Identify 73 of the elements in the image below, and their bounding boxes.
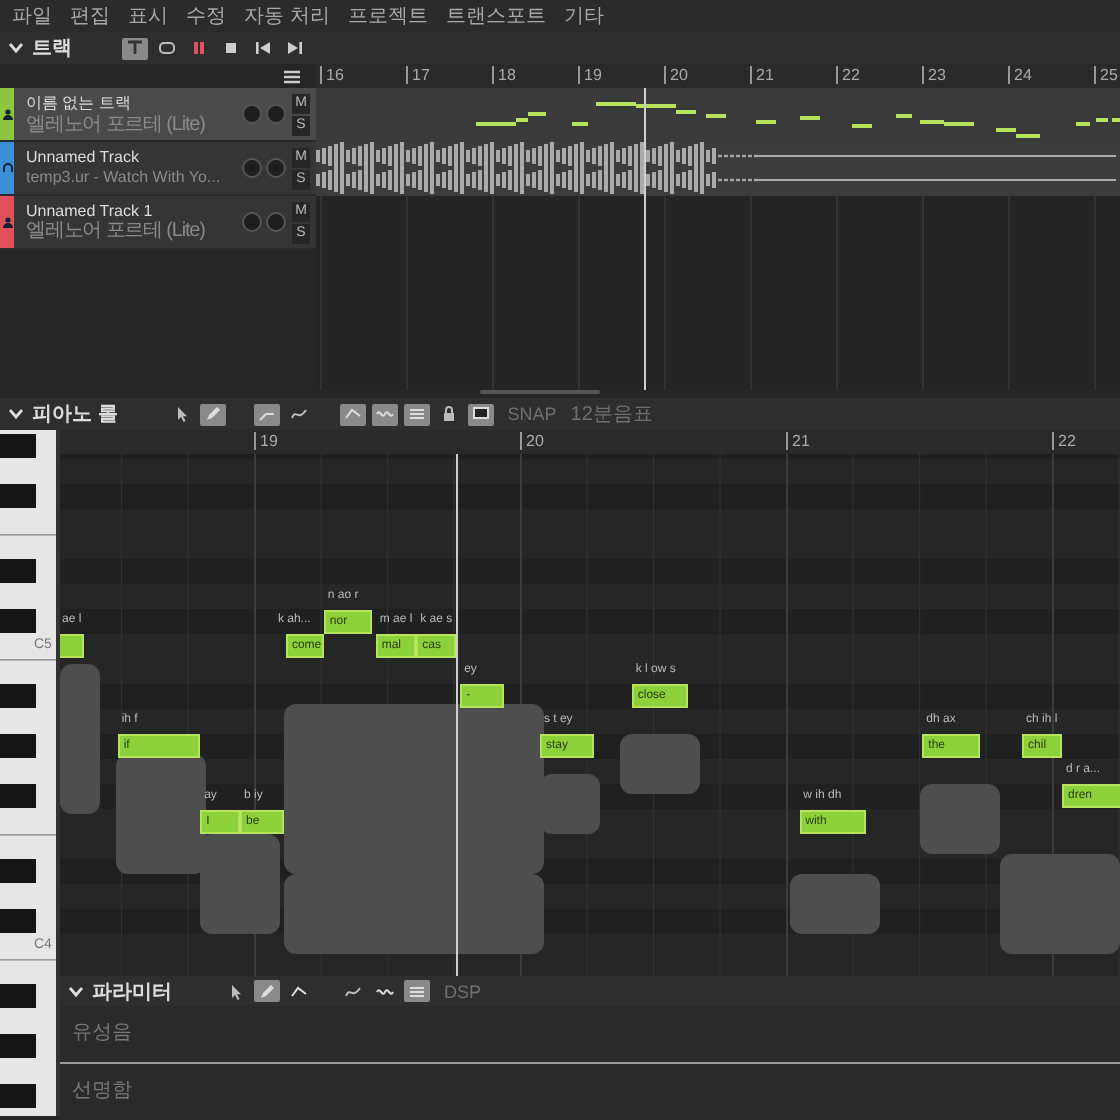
menu-icon (284, 69, 300, 83)
wave-icon (376, 983, 394, 999)
note-line-button[interactable] (253, 403, 280, 425)
track-name: 이름 없는 트랙 (26, 92, 133, 114)
wave-icon (375, 406, 394, 422)
pencil-button[interactable] (199, 403, 226, 425)
snap-label: SNAP (507, 404, 557, 424)
line-button[interactable] (339, 403, 366, 425)
menu-item[interactable]: 파일 (12, 2, 52, 30)
panel-title: 파라미터 (92, 979, 172, 1005)
track-name: Unnamed Track (26, 148, 141, 166)
chevron-down-icon (8, 408, 24, 420)
pencil-icon (258, 983, 276, 999)
panel-title: 피아노 롤 (32, 402, 118, 428)
person-icon (1, 108, 13, 120)
pointer-icon (226, 983, 244, 999)
screen-button[interactable] (467, 403, 494, 425)
lines-button[interactable] (403, 403, 430, 425)
measure-number: 16 (320, 66, 344, 84)
curve-icon (344, 983, 362, 999)
menu-item[interactable]: 트랜스포트 (445, 2, 546, 30)
measure-number: 25 (1094, 66, 1118, 84)
line-icon (343, 406, 362, 422)
measure-number: 23 (922, 66, 946, 84)
menu-item[interactable]: 프로젝트 (347, 2, 428, 30)
track-mode-icon (126, 40, 144, 56)
loop-icon (158, 40, 176, 56)
toolbar-label: DSP (444, 981, 482, 1001)
loop-button[interactable] (154, 37, 180, 59)
lines-icon (407, 406, 426, 422)
chevron-down-icon (8, 42, 24, 54)
panel-title: 트랙 (32, 36, 72, 62)
lines-icon (408, 983, 426, 999)
measure-number: 20 (664, 66, 688, 84)
menu-item[interactable]: 표시 (128, 2, 168, 30)
measure-number: 17 (406, 66, 430, 84)
track-name: Unnamed Track 1 (26, 202, 155, 220)
person-icon (1, 216, 13, 228)
stop-icon (222, 40, 240, 56)
track-source: temp3.ur - Watch With Yo... (26, 166, 223, 188)
measure-number: 21 (750, 66, 774, 84)
measure-number: 19 (254, 432, 278, 450)
parameter-name: 유성음 (72, 1022, 132, 1044)
curve-icon (289, 406, 308, 422)
track-mode-button[interactable] (122, 37, 148, 59)
track-source: 엘레노어 포르테 (Lite) (26, 220, 207, 242)
measure-number: 20 (520, 432, 544, 450)
screen-icon (471, 406, 490, 422)
chevron-down-icon (68, 985, 84, 997)
measure-number: 22 (1052, 432, 1076, 450)
measure-number: 21 (786, 432, 810, 450)
skip-forward-icon (286, 40, 304, 56)
menu-item[interactable]: 수정 (186, 2, 226, 30)
skip-back-icon (254, 40, 272, 56)
measure-number: 22 (836, 66, 860, 84)
menu-item[interactable]: 자동 처리 (244, 2, 330, 30)
measure-number: 24 (1008, 66, 1032, 84)
scrollbar-thumb[interactable] (480, 390, 600, 394)
pencil-icon (203, 406, 222, 422)
menu-item[interactable]: 편집 (70, 2, 110, 30)
measure-number: 18 (492, 66, 516, 84)
headphones-icon (1, 162, 13, 174)
line-icon (290, 983, 308, 999)
skip-forward-button[interactable] (282, 37, 308, 59)
menu-item[interactable]: 기타 (563, 2, 604, 30)
track-source: 엘레노어 포르테 (Lite) (26, 114, 207, 136)
quantize-label: 12분음표 (570, 402, 653, 428)
skip-back-button[interactable] (250, 37, 276, 59)
lock-icon (439, 406, 458, 422)
pause-icon (190, 40, 208, 56)
wave-button[interactable] (371, 403, 398, 425)
parameter-name: 선명함 (72, 1080, 132, 1102)
measure-number: 19 (578, 66, 602, 84)
